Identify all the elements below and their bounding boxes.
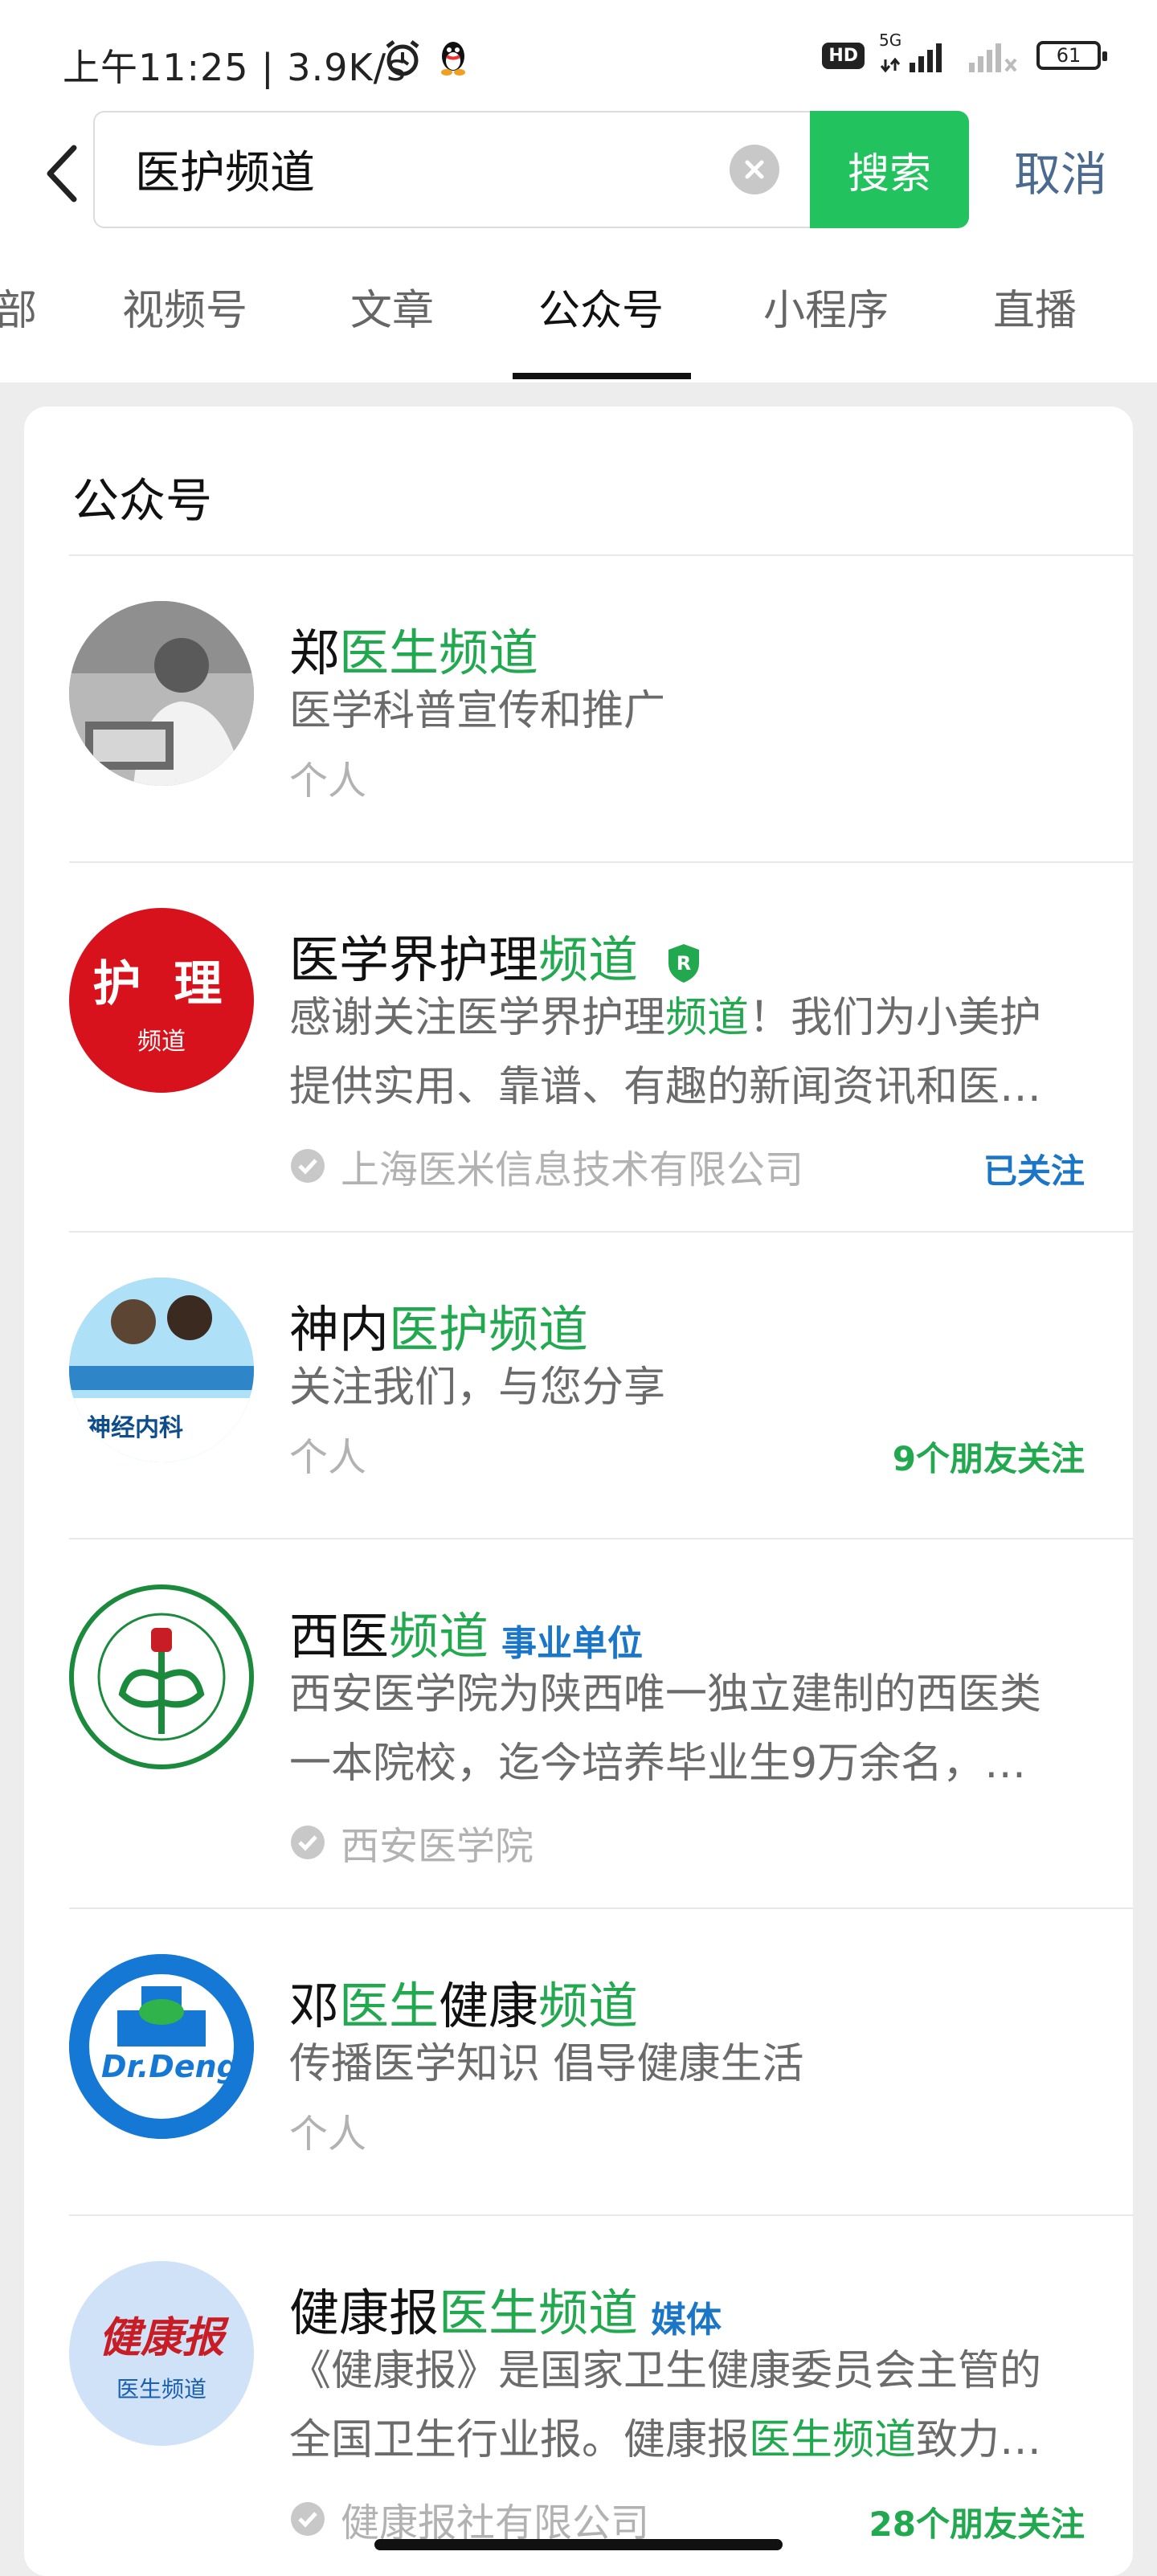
name-highlight: 医生: [339, 1977, 439, 2035]
desc-highlight: 频道: [665, 994, 750, 1042]
signal-weak-icon: [969, 43, 1017, 72]
section-title: 公众号: [72, 473, 213, 528]
list-item[interactable]: Dr.Deng 邓医生健康频道 传播医学知识 倡导健康生活 个人: [24, 1909, 1133, 2214]
svg-text:R: R: [677, 952, 691, 975]
owner-text: 西安医学院: [341, 1824, 534, 1869]
name-highlight: 频道: [538, 930, 639, 989]
tab-live[interactable]: 直播: [993, 276, 1077, 337]
verified-badge-icon: [291, 1149, 325, 1183]
account-type: 个人: [289, 1425, 366, 1482]
battery-level: 61: [1056, 44, 1081, 67]
desc-text: 感谢关注医学界护理: [289, 994, 666, 1042]
avatar-subtext: 医生频道: [116, 2375, 206, 2402]
account-type: 个人: [289, 2102, 366, 2158]
list-item[interactable]: 健康报 医生频道 健康报医生频道 媒体 《健康报》是国家卫生健康委员会主管的全国卫…: [24, 2216, 1133, 2576]
tab-partial[interactable]: 部: [0, 276, 37, 337]
avatar: 护 理 频道: [69, 908, 254, 1093]
list-item[interactable]: 郑医生频道 医学科普宣传和推广 个人: [24, 556, 1133, 861]
avatar: [69, 1584, 254, 1769]
name-text: 邓: [289, 1977, 340, 2035]
back-arrow-icon[interactable]: [39, 141, 87, 206]
cancel-button[interactable]: 取消: [1014, 137, 1107, 204]
close-icon: [745, 160, 764, 179]
avatar-text: 护 理: [92, 955, 231, 1012]
avatar-subtext: 频道: [137, 1027, 186, 1056]
signal-icon: 5G: [879, 31, 951, 76]
meta-text: 个人: [289, 758, 367, 803]
account-description: 传播医学知识 倡导健康生活: [289, 2040, 804, 2088]
account-name: 西医频道 事业单位: [289, 1596, 643, 1668]
account-name: 郑医生频道: [289, 612, 538, 685]
name-highlight: 频道: [389, 1607, 489, 1666]
desc-text: 致力…: [916, 2416, 1042, 2464]
alarm-icon: [386, 40, 419, 76]
search-box[interactable]: 医护频道 搜索: [93, 111, 969, 228]
avatar-text: 神经内科: [87, 1414, 183, 1442]
friends-following-count: 28个朋友关注: [869, 2504, 1085, 2544]
name-highlight: 频道: [538, 1977, 639, 2035]
name-highlight: 医生频道: [439, 2284, 639, 2342]
account-name: 医学界护理频道 R: [289, 919, 702, 992]
avatar: Dr.Deng: [69, 1954, 254, 2139]
verified-badge-icon: [291, 1826, 325, 1859]
account-description: 《健康报》是国家卫生健康委员会主管的全国卫生行业报。健康报医生频道致力…: [289, 2337, 1069, 2475]
desc-highlight: 医生频道: [749, 2416, 917, 2464]
status-bar: 上午11:25 | 3.9K/s HD 5G 61: [0, 0, 1157, 104]
verified-badge-icon: [291, 2502, 325, 2536]
account-category-tag: 媒体: [651, 2299, 722, 2341]
list-item[interactable]: 西医频道 事业单位 西安医学院为陕西唯一独立建制的西医类一本院校，迄今培养毕业生9…: [24, 1539, 1133, 1907]
account-name: 神内医护频道: [289, 1289, 588, 1361]
battery-icon: 61: [1036, 41, 1107, 70]
account-owner: 上海医米信息技术有限公司: [289, 1138, 803, 1194]
account-description: 西安医学院为陕西唯一独立建制的西医类一本院校，迄今培养毕业生9万余名，…: [289, 1670, 1042, 1788]
search-button[interactable]: 搜索: [810, 111, 969, 228]
category-tabs: 部 视频号 文章 公众号 小程序 直播: [0, 233, 1157, 382]
account-category-tag: 事业单位: [501, 1622, 644, 1664]
name-highlight: 医生频道: [339, 624, 539, 682]
name-text: 郑: [289, 624, 340, 682]
hd-badge: HD: [822, 42, 865, 69]
home-indicator[interactable]: [374, 2539, 783, 2550]
name-highlight: 医护频道: [389, 1300, 589, 1359]
name-text: 神内: [289, 1300, 390, 1359]
tab-articles[interactable]: 文章: [350, 276, 434, 337]
avatar: 健康报 医生频道: [69, 2261, 254, 2446]
name-text: 健康报: [289, 2284, 439, 2342]
list-item[interactable]: 护 理 频道 医学界护理频道 R 感谢关注医学界护理频道！我们为小美护提供实用、…: [24, 863, 1133, 1231]
avatar: [69, 601, 254, 786]
avatar-text: 健康报: [98, 2312, 224, 2362]
clear-search-button[interactable]: [730, 145, 779, 194]
qq-penguin-icon: [441, 42, 465, 76]
account-name: 健康报医生频道 媒体: [289, 2272, 722, 2345]
network-type: 5G: [879, 31, 902, 50]
name-text: 健康: [439, 1977, 539, 2035]
list-item[interactable]: 神经内科 神内医护频道 关注我们，与您分享 个人 9个朋友关注: [24, 1233, 1133, 1538]
name-text: 西医: [289, 1607, 390, 1666]
account-description: 感谢关注医学界护理频道！我们为小美护提供实用、靠谱、有趣的新闻资讯和医…: [289, 983, 1069, 1122]
avatar: 神经内科: [69, 1278, 254, 1462]
meta-text: 个人: [289, 2112, 367, 2157]
tab-channels[interactable]: 视频号: [122, 276, 247, 337]
meta-text: 个人: [289, 1435, 367, 1480]
search-input[interactable]: 医护频道: [135, 137, 315, 202]
account-type: 个人: [289, 749, 366, 805]
tab-mini-programs[interactable]: 小程序: [763, 276, 889, 337]
followed-status[interactable]: 已关注: [983, 1144, 1085, 1193]
account-owner: 西安医学院: [289, 1814, 534, 1871]
name-text: 医学界护理: [289, 930, 539, 989]
tab-official-accounts[interactable]: 公众号: [538, 276, 664, 337]
results-card: 公众号 郑医生频道 医学科普宣传和推广 个人 护 理 频道 医学界护理频道 R …: [24, 407, 1133, 2576]
status-time: 上午11:25 | 3.9K/s: [63, 46, 407, 89]
friends-following-count: 9个朋友关注: [892, 1439, 1085, 1478]
account-name: 邓医生健康频道: [289, 1965, 638, 2038]
owner-text: 上海医米信息技术有限公司: [341, 1147, 804, 1192]
avatar-text: Dr.Deng: [101, 2049, 239, 2084]
active-tab-indicator: [513, 373, 691, 379]
search-header: 医护频道 搜索 取消: [0, 104, 1157, 233]
account-description: 医学科普宣传和推广: [289, 687, 666, 735]
account-description: 关注我们，与您分享: [289, 1364, 666, 1412]
verified-shield-icon: R: [668, 943, 699, 983]
